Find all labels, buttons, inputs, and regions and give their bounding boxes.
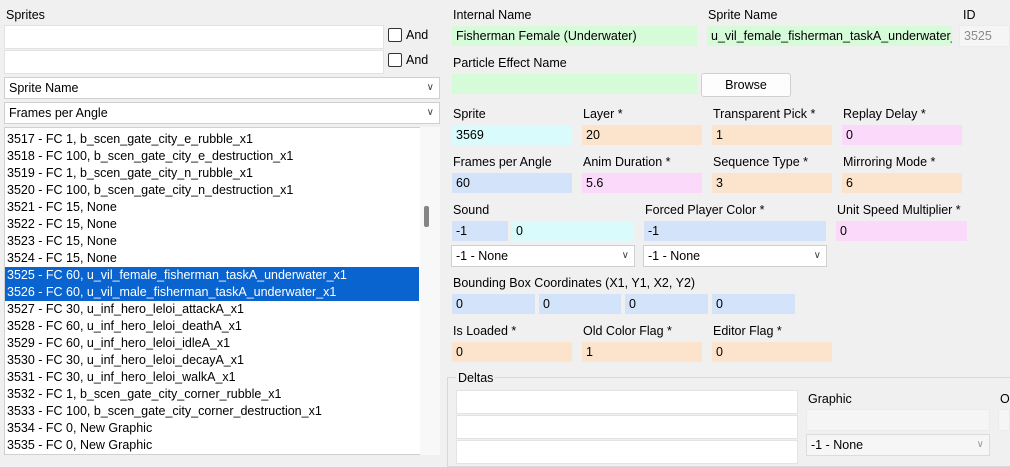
graphic-select-value: -1 - None (811, 438, 864, 452)
particle-effect-label: Particle Effect Name (453, 56, 567, 70)
search-input-1[interactable] (4, 25, 384, 49)
layer-label: Layer * (583, 107, 623, 121)
list-item[interactable]: 3532 - FC 1, b_scen_gate_city_corner_rub… (5, 386, 419, 403)
chevron-down-icon: ∨ (813, 250, 821, 261)
anim-duration-input[interactable]: 5.6 (581, 172, 703, 194)
list-item[interactable]: 3523 - FC 15, None (5, 233, 419, 250)
internal-name-input[interactable]: Fisherman Female (Underwater) (451, 25, 698, 47)
particle-effect-input[interactable] (451, 73, 698, 95)
bbox-x2-input[interactable]: 0 (624, 293, 709, 315)
chevron-down-icon: ∨ (426, 107, 434, 118)
list-item[interactable]: 3528 - FC 60, u_inf_hero_leloi_deathA_x1 (5, 318, 419, 335)
id-label: ID (963, 8, 976, 22)
sprite-list-scrollbar[interactable] (420, 127, 440, 455)
layer-input[interactable]: 20 (581, 124, 703, 146)
list-item[interactable]: 3520 - FC 100, b_scen_gate_city_n_destru… (5, 182, 419, 199)
filter-select-1[interactable]: Sprite Name ∨ (4, 77, 440, 99)
list-item[interactable]: 3519 - FC 1, b_scen_gate_city_n_rubble_x… (5, 165, 419, 182)
sprites-title: Sprites (6, 8, 45, 22)
is-loaded-label: Is Loaded * (453, 324, 517, 338)
graphic-select[interactable]: -1 - None ∨ (806, 434, 990, 456)
list-item[interactable]: 3527 - FC 30, u_inf_hero_leloi_attackA_x… (5, 301, 419, 318)
bbox-y1-input[interactable]: 0 (538, 293, 622, 315)
and-label-1: And (406, 28, 429, 42)
bbox-x1-input[interactable]: 0 (451, 293, 536, 315)
editor-flag-input[interactable]: 0 (711, 341, 833, 363)
list-item[interactable]: 3531 - FC 30, u_inf_hero_leloi_walkA_x1 (5, 369, 419, 386)
list-item[interactable]: 3535 - FC 0, New Graphic (5, 437, 419, 454)
cut-off-label: O (1000, 392, 1010, 406)
chevron-down-icon: ∨ (976, 439, 984, 450)
forced-player-color-select-value: -1 - None (648, 249, 701, 263)
list-item[interactable]: 3534 - FC 0, New Graphic (5, 420, 419, 437)
forced-player-color-input[interactable]: -1 (643, 220, 827, 242)
list-item[interactable]: 3526 - FC 60, u_vil_male_fisherman_taskA… (5, 284, 419, 301)
filter-select-2-value: Frames per Angle (9, 106, 108, 120)
sound-select[interactable]: -1 - None ∨ (451, 245, 635, 267)
forced-player-color-label: Forced Player Color * (645, 203, 765, 217)
bbox-y2-input[interactable]: 0 (711, 293, 796, 315)
bounding-box-label: Bounding Box Coordinates (X1, Y1, X2, Y2… (453, 276, 696, 290)
is-loaded-input[interactable]: 0 (451, 341, 573, 363)
sprite-input[interactable]: 3569 (451, 124, 573, 146)
cut-off-input (998, 409, 1010, 431)
graphic-label: Graphic (808, 392, 852, 406)
id-input: 3525 (959, 25, 1010, 47)
internal-name-label: Internal Name (453, 8, 532, 22)
list-item[interactable]: 3524 - FC 15, None (5, 250, 419, 267)
sound-input-2[interactable]: 0 (511, 220, 635, 242)
search-input-2[interactable] (4, 50, 384, 74)
list-item[interactable]: 3529 - FC 60, u_inf_hero_leloi_idleA_x1 (5, 335, 419, 352)
list-item[interactable]: 3530 - FC 30, u_inf_hero_leloi_decayA_x1 (5, 352, 419, 369)
graphic-input (806, 409, 990, 431)
sound-label: Sound (453, 203, 490, 217)
anim-duration-label: Anim Duration * (583, 155, 671, 169)
forced-player-color-select[interactable]: -1 - None ∨ (643, 245, 827, 267)
sprite-list[interactable]: 3517 - FC 1, b_scen_gate_city_e_rubble_x… (4, 127, 440, 455)
filter-select-2[interactable]: Frames per Angle ∨ (4, 102, 440, 124)
list-item[interactable]: 3518 - FC 100, b_scen_gate_city_e_destru… (5, 148, 419, 165)
transparent-pick-input[interactable]: 1 (711, 124, 833, 146)
list-item[interactable]: 3525 - FC 60, u_vil_female_fisherman_tas… (5, 267, 419, 284)
unit-speed-multiplier-input[interactable]: 0 (835, 220, 968, 242)
chevron-down-icon: ∨ (426, 82, 434, 93)
list-item[interactable]: 3517 - FC 1, b_scen_gate_city_e_rubble_x… (5, 131, 419, 148)
frames-per-angle-input[interactable]: 60 (451, 172, 573, 194)
frames-per-angle-label: Frames per Angle (453, 155, 552, 169)
sound-input-1[interactable]: -1 (451, 220, 509, 242)
list-item[interactable]: 3521 - FC 15, None (5, 199, 419, 216)
old-color-flag-input[interactable]: 1 (581, 341, 703, 363)
scrollbar-thumb[interactable] (424, 206, 429, 227)
old-color-flag-label: Old Color Flag * (583, 324, 672, 338)
browse-button[interactable]: Browse (701, 73, 791, 97)
sprite-name-label: Sprite Name (708, 8, 778, 22)
list-item[interactable]: 3522 - FC 15, None (5, 216, 419, 233)
editor-flag-label: Editor Flag * (713, 324, 782, 338)
filter-select-1-value: Sprite Name (9, 81, 79, 95)
replay-delay-input[interactable]: 0 (841, 124, 963, 146)
chevron-down-icon: ∨ (621, 250, 629, 261)
deltas-title: Deltas (456, 371, 496, 386)
and-checkbox-1[interactable] (388, 28, 402, 42)
sequence-type-input[interactable]: 3 (711, 172, 833, 194)
sequence-type-label: Sequence Type * (713, 155, 808, 169)
deltas-list-2[interactable] (456, 415, 798, 439)
transparent-pick-label: Transparent Pick * (713, 107, 816, 121)
replay-delay-label: Replay Delay * (843, 107, 926, 121)
and-checkbox-2[interactable] (388, 53, 402, 67)
list-item[interactable]: 3533 - FC 100, b_scen_gate_city_corner_d… (5, 403, 419, 420)
sound-select-value: -1 - None (456, 249, 509, 263)
deltas-list-1[interactable] (456, 390, 798, 414)
deltas-list-3[interactable] (456, 440, 798, 464)
mirroring-mode-input[interactable]: 6 (841, 172, 963, 194)
sprite-label: Sprite (453, 107, 486, 121)
sprite-name-input[interactable]: u_vil_female_fisherman_taskA_underwater_ (706, 25, 953, 47)
and-label-2: And (406, 53, 429, 67)
mirroring-mode-label: Mirroring Mode * (843, 155, 936, 169)
unit-speed-multiplier-label: Unit Speed Multiplier * (837, 203, 961, 217)
